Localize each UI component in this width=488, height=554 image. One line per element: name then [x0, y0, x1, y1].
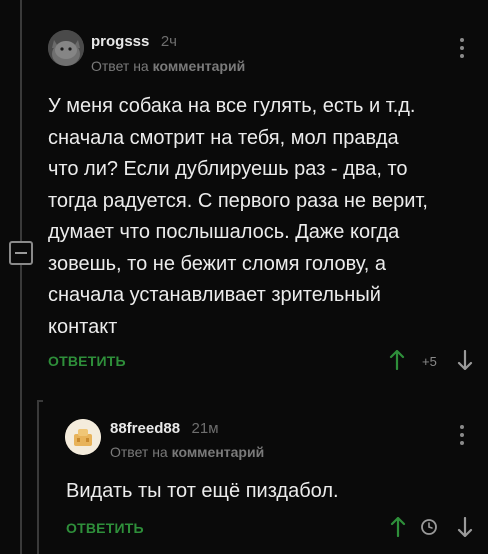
comment-body: У меня собака на все гулять, есть и т.д.…	[48, 91, 478, 343]
upvote-arrow-icon[interactable]	[390, 516, 406, 542]
comment-line: что ли? Если дублируешь раз - два, то	[48, 158, 408, 180]
comment-line: У меня собака на все гулять, есть и т.д.	[48, 95, 416, 117]
avatar[interactable]	[48, 30, 84, 66]
comment-line: контакт	[48, 315, 118, 338]
comment-line: тогда радуется. С первого раза не верит,	[48, 189, 428, 212]
more-options-icon[interactable]	[460, 425, 466, 449]
timestamp: 2ч	[160, 33, 177, 50]
thread-line	[20, 0, 22, 241]
thread-branch	[37, 400, 43, 402]
comment-line: Видать ты тот ещё пиздабол.	[66, 480, 339, 502]
rating-hidden-clock-icon	[420, 518, 438, 541]
username[interactable]: progsss	[91, 33, 149, 50]
username[interactable]: 88freed88	[110, 420, 180, 437]
thread-line	[37, 400, 39, 554]
reply-to-line: Ответ на комментарий	[91, 58, 245, 74]
avatar[interactable]	[65, 419, 101, 455]
reply-target-link[interactable]: комментарий	[153, 58, 246, 74]
reply-button[interactable]: ОТВЕТИТЬ	[48, 353, 126, 369]
comment-body: Видать ты тот ещё пиздабол.	[66, 476, 466, 508]
reply-prefix: Ответ на	[110, 444, 168, 460]
reply-button[interactable]: ОТВЕТИТЬ	[66, 520, 144, 536]
reply-target-link[interactable]: комментарий	[172, 444, 265, 460]
collapse-thread-icon[interactable]	[9, 241, 33, 265]
comment-line: сначала устанавливает зрительный	[48, 284, 381, 306]
reply-to-line: Ответ на комментарий	[110, 444, 264, 460]
timestamp: 21м	[191, 420, 219, 437]
comment-header: progsss 2ч	[91, 33, 177, 51]
comment-line: зовешь, то не бежит сломя голову, а	[48, 252, 387, 275]
downvote-arrow-icon[interactable]	[457, 349, 473, 375]
downvote-arrow-icon[interactable]	[457, 516, 473, 542]
comment-line: думает что послышалось. Даже когда	[48, 221, 400, 243]
more-options-icon[interactable]	[460, 38, 466, 62]
reply-prefix: Ответ на	[91, 58, 149, 74]
upvote-arrow-icon[interactable]	[389, 349, 405, 375]
comment-header: 88freed88 21м	[110, 420, 219, 438]
thread-line	[20, 265, 22, 554]
rating-value: +5	[422, 354, 437, 369]
comment-line: сначала смотрит на тебя, мол правда	[48, 126, 399, 149]
